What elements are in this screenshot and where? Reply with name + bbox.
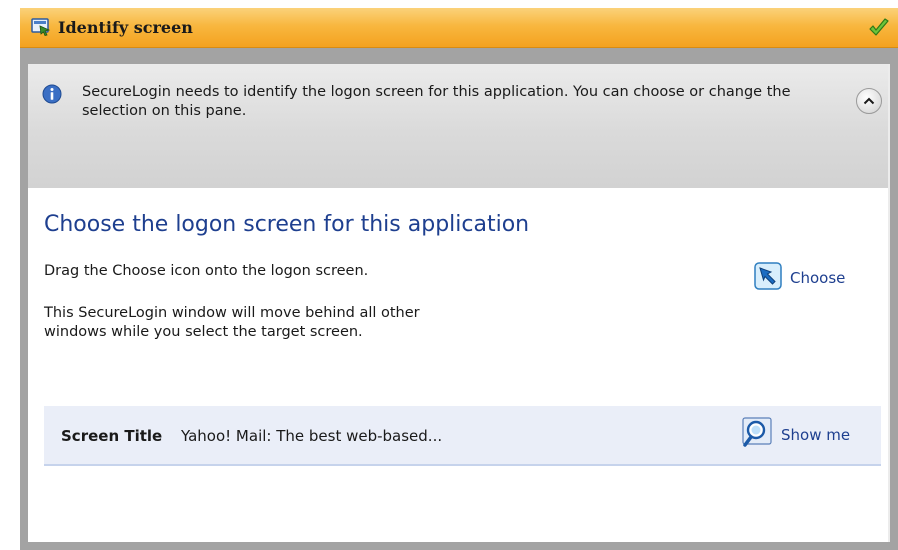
window-body: SecureLogin needs to identify the logon …	[20, 48, 898, 550]
green-checkmark-icon	[868, 17, 890, 39]
content-panel: SecureLogin needs to identify the logon …	[28, 64, 890, 542]
section-heading: Choose the logon screen for this applica…	[44, 212, 530, 237]
collapse-info-button[interactable]	[856, 88, 882, 114]
info-icon	[42, 84, 62, 104]
screen-title-value: Yahoo! Mail: The best web-based...	[181, 427, 443, 445]
window-title: Identify screen	[58, 18, 193, 37]
show-me-button[interactable]: Show me	[740, 416, 850, 454]
chevron-up-icon	[863, 97, 875, 105]
magnifier-icon[interactable]	[740, 416, 774, 454]
drag-instruction: Drag the Choose icon onto the logon scre…	[44, 263, 369, 279]
info-pane: SecureLogin needs to identify the logon …	[28, 64, 888, 188]
choose-label[interactable]: Choose	[790, 269, 845, 287]
choose-button[interactable]: Choose	[754, 262, 845, 294]
screen-title-label: Screen Title	[61, 427, 163, 445]
window-title-bar: Identify screen	[20, 8, 898, 48]
arrow-pointer-icon[interactable]	[754, 262, 782, 294]
show-me-label[interactable]: Show me	[781, 426, 850, 444]
screen-title-row: Screen Title Yahoo! Mail: The best web-b…	[44, 406, 881, 466]
move-note: This SecureLogin window will move behind…	[44, 305, 420, 340]
info-message: SecureLogin needs to identify the logon …	[82, 84, 791, 119]
screen-select-icon	[31, 18, 51, 36]
